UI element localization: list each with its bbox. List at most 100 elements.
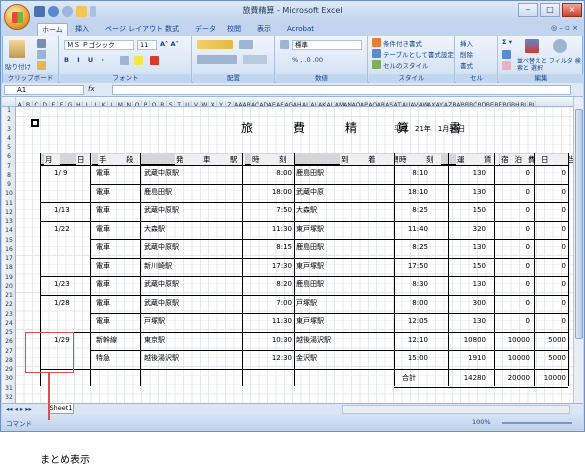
align-center-icon[interactable] bbox=[197, 55, 237, 64]
tab-data[interactable]: データ bbox=[191, 23, 220, 36]
format-as-table-button[interactable]: テーブルとして書式設定 bbox=[383, 49, 454, 59]
row-header[interactable]: 3 bbox=[2, 126, 16, 133]
number-format-select[interactable]: 標準 bbox=[292, 40, 362, 50]
formula-input[interactable] bbox=[112, 85, 571, 95]
row-header[interactable]: 30 bbox=[2, 375, 16, 382]
row-fare: 130 bbox=[472, 280, 486, 288]
row-header[interactable]: 20 bbox=[2, 283, 16, 290]
tab-view[interactable]: 表示 bbox=[253, 23, 275, 36]
number-format-buttons[interactable]: % , .0 .00 bbox=[292, 56, 323, 64]
fx-icon[interactable]: fx bbox=[88, 85, 95, 93]
row-header[interactable]: 25 bbox=[2, 329, 16, 336]
column-divider bbox=[294, 153, 295, 386]
fill-color-icon[interactable] bbox=[134, 56, 143, 65]
copy-icon[interactable] bbox=[37, 50, 46, 59]
bold-italic-underline-icons[interactable]: B I U · bbox=[64, 56, 107, 64]
conditional-format-button[interactable]: 条件付き書式 bbox=[383, 38, 422, 48]
name-box[interactable]: A1 bbox=[4, 85, 84, 95]
sort-filter-icon[interactable] bbox=[525, 39, 539, 53]
tab-insert[interactable]: 挿入 bbox=[71, 23, 93, 36]
row-header[interactable]: 22 bbox=[2, 301, 16, 308]
tab-formulas[interactable]: 数式 bbox=[161, 23, 183, 36]
tab-review[interactable]: 校閲 bbox=[223, 23, 245, 36]
font-group-label: フォント bbox=[60, 74, 191, 83]
row-header[interactable]: 1 bbox=[2, 107, 16, 114]
horizontal-scrollbar[interactable] bbox=[342, 405, 570, 414]
autosum-icon[interactable]: Σ ▾ bbox=[502, 38, 512, 46]
zoom-level[interactable]: 100% bbox=[472, 418, 491, 426]
active-cell[interactable] bbox=[31, 119, 39, 127]
tab-page-layout[interactable]: ページ レイアウト bbox=[101, 23, 167, 36]
ribbon-window-controls[interactable]: ◎ – ▫ × bbox=[551, 24, 578, 32]
close-button[interactable]: × bbox=[562, 3, 582, 17]
row-header[interactable]: 29 bbox=[2, 366, 16, 373]
row-header[interactable]: 31 bbox=[2, 385, 16, 392]
row-from: 戸塚駅 bbox=[144, 317, 165, 325]
tab-acrobat[interactable]: Acrobat bbox=[283, 23, 318, 36]
row-header[interactable]: 9 bbox=[2, 181, 16, 188]
paste-icon[interactable] bbox=[9, 40, 25, 58]
sheet-cells[interactable]: 旅 費 精 算 書 平成 21年 1月30日 月日手 段発 車 駅時 刻到 着 … bbox=[16, 107, 573, 403]
row-header[interactable]: 7 bbox=[2, 163, 16, 170]
row-header[interactable]: 16 bbox=[2, 246, 16, 253]
row-header[interactable]: 24 bbox=[2, 320, 16, 327]
row-header[interactable]: 6 bbox=[2, 153, 16, 160]
clear-icon[interactable] bbox=[502, 61, 511, 70]
cut-icon[interactable] bbox=[37, 39, 46, 48]
row-header[interactable]: 8 bbox=[2, 172, 16, 179]
row-header[interactable]: 15 bbox=[2, 237, 16, 244]
font-name-select[interactable]: ＭＳ Ｐゴシック bbox=[64, 40, 134, 50]
sheet-tab[interactable]: Sheet1 bbox=[48, 404, 74, 414]
row-header[interactable]: 11 bbox=[2, 200, 16, 207]
row-header[interactable]: 17 bbox=[2, 255, 16, 262]
fill-icon[interactable] bbox=[502, 50, 511, 59]
row-header[interactable]: 19 bbox=[2, 274, 16, 281]
vertical-scrollbar[interactable] bbox=[573, 97, 583, 403]
indent-icon[interactable] bbox=[243, 55, 267, 64]
row-header[interactable]: 26 bbox=[2, 338, 16, 345]
row-depart-time: 18:00 bbox=[271, 187, 292, 196]
row-header[interactable]: 12 bbox=[2, 209, 16, 216]
row-header[interactable]: 21 bbox=[2, 292, 16, 299]
font-color-icon[interactable] bbox=[150, 56, 159, 65]
paste-label[interactable]: 貼り付け bbox=[5, 61, 31, 71]
row-from: 武蔵中原駅 bbox=[144, 280, 179, 288]
row-header[interactable]: 5 bbox=[2, 144, 16, 151]
wrap-text-icon[interactable] bbox=[280, 40, 289, 49]
row-header[interactable]: 13 bbox=[2, 218, 16, 225]
row-header[interactable]: 27 bbox=[2, 348, 16, 355]
row-arrive-time: 12:10 bbox=[407, 335, 428, 344]
cell-style-button[interactable]: セルのスタイル bbox=[383, 60, 429, 70]
align-top-icon[interactable] bbox=[197, 40, 233, 49]
sheet-nav-icon[interactable]: ◂◂ ◂ ▸ ▸▸ bbox=[6, 405, 32, 413]
font-size-select[interactable]: 11 bbox=[137, 40, 157, 50]
row-header[interactable]: 14 bbox=[2, 227, 16, 234]
find-select-icon[interactable] bbox=[553, 39, 567, 53]
sort-find-labels[interactable]: 並べ替えと フィルタ 検索と 選択 bbox=[517, 58, 581, 72]
column-divider bbox=[494, 153, 495, 386]
delete-cells-button[interactable]: 削除 bbox=[460, 49, 473, 59]
maximize-button[interactable]: □ bbox=[540, 3, 560, 17]
office-button[interactable] bbox=[4, 4, 30, 30]
insert-cells-button[interactable]: 挿入 bbox=[460, 38, 473, 48]
format-cells-button[interactable]: 書式 bbox=[460, 60, 473, 70]
minimize-button[interactable]: – bbox=[518, 3, 538, 17]
row-header[interactable]: 2 bbox=[2, 116, 16, 123]
vertical-scroll-thumb[interactable] bbox=[575, 109, 583, 339]
office-logo-icon bbox=[12, 12, 23, 23]
row-header[interactable]: 32 bbox=[2, 394, 16, 401]
tab-home[interactable]: ホーム bbox=[37, 23, 68, 36]
select-all-corner[interactable] bbox=[2, 97, 16, 106]
border-icon[interactable] bbox=[120, 56, 129, 65]
font-grow-shrink-icon[interactable]: A˄ A˅ bbox=[160, 40, 179, 48]
row-header[interactable]: 23 bbox=[2, 311, 16, 318]
orientation-icon[interactable] bbox=[239, 40, 253, 49]
row-arrive-time: 8:00 bbox=[412, 298, 428, 307]
format-painter-icon[interactable] bbox=[37, 61, 46, 70]
row-header[interactable]: 4 bbox=[2, 135, 16, 142]
row-header[interactable]: 28 bbox=[2, 357, 16, 364]
row-depart-time: 11:30 bbox=[271, 224, 292, 233]
zoom-slider[interactable] bbox=[502, 422, 572, 424]
row-header[interactable]: 10 bbox=[2, 190, 16, 197]
row-header[interactable]: 18 bbox=[2, 264, 16, 271]
